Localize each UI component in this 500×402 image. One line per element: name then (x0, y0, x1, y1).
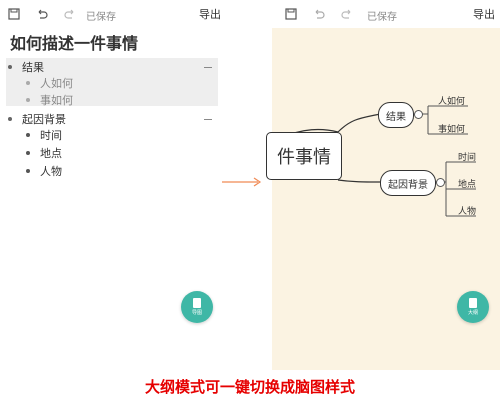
bullet-icon (26, 151, 30, 155)
page-title: 如何描述一件事情 (10, 34, 139, 53)
mindmap-leaf-node[interactable]: 人物 (458, 204, 476, 217)
caption: 大纲模式可一键切换成脑图样式 (144, 378, 355, 396)
collapse-icon[interactable] (204, 118, 212, 120)
outline-child-item[interactable]: 人如何 (8, 74, 218, 92)
outline-item-label: 地点 (40, 147, 62, 160)
outline-item-label: 结果 (22, 61, 44, 74)
branch-label: 结果 (386, 111, 406, 123)
collapse-icon[interactable] (204, 66, 212, 68)
outline-item-label: 起因背景 (22, 113, 66, 126)
outline-item-label: 时间 (40, 129, 62, 142)
mindmap-root-node[interactable]: 件事情 (266, 132, 342, 180)
bullet-icon (26, 133, 30, 137)
mindmap-switch-button[interactable]: 导图 (181, 291, 213, 323)
bullet-icon (8, 117, 12, 121)
fab-label: 导图 (191, 310, 202, 316)
export-button[interactable]: 导出 (199, 6, 221, 22)
bullet-icon (8, 65, 12, 69)
mindmap-leaf-node[interactable]: 人如何 (438, 94, 465, 107)
outline-item-label: 人物 (40, 165, 62, 178)
saved-status: 已保存 (86, 12, 116, 23)
fab-label: 大纲 (467, 310, 478, 316)
undo-icon[interactable] (34, 6, 50, 22)
mindmap-leaf-node[interactable]: 地点 (458, 177, 476, 190)
document-icon (193, 298, 201, 308)
bullet-icon (26, 81, 30, 85)
branch-label: 起因背景 (388, 179, 428, 191)
outline-child-item[interactable]: 人物 (8, 162, 218, 180)
document-icon (469, 298, 477, 308)
mindmap-leaf-node[interactable]: 时间 (458, 150, 476, 163)
mindmap-branch-node[interactable]: 结果 (378, 102, 414, 128)
outline-item-label: 事如何 (40, 94, 73, 107)
outline-child-item[interactable]: 事如何 (8, 91, 218, 109)
save-icon[interactable] (283, 6, 299, 22)
outline-child-item[interactable]: 地点 (8, 144, 218, 162)
collapse-toggle-icon[interactable] (414, 110, 423, 119)
save-icon[interactable] (6, 6, 22, 22)
bullet-icon (26, 98, 30, 102)
undo-icon[interactable] (311, 6, 327, 22)
redo-icon[interactable] (339, 6, 355, 22)
bullet-icon (26, 169, 30, 173)
redo-icon[interactable] (62, 6, 78, 22)
collapse-toggle-icon[interactable] (436, 178, 445, 187)
arrow-icon (222, 177, 262, 187)
outline-item-label: 人如何 (40, 77, 73, 90)
mindmap-branch-node[interactable]: 起因背景 (380, 170, 436, 196)
outline-switch-button[interactable]: 大纲 (457, 291, 489, 323)
export-button[interactable]: 导出 (473, 6, 495, 22)
mindmap-leaf-node[interactable]: 事如何 (438, 122, 465, 135)
saved-status: 已保存 (367, 12, 397, 23)
outline-child-item[interactable]: 时间 (8, 126, 218, 144)
